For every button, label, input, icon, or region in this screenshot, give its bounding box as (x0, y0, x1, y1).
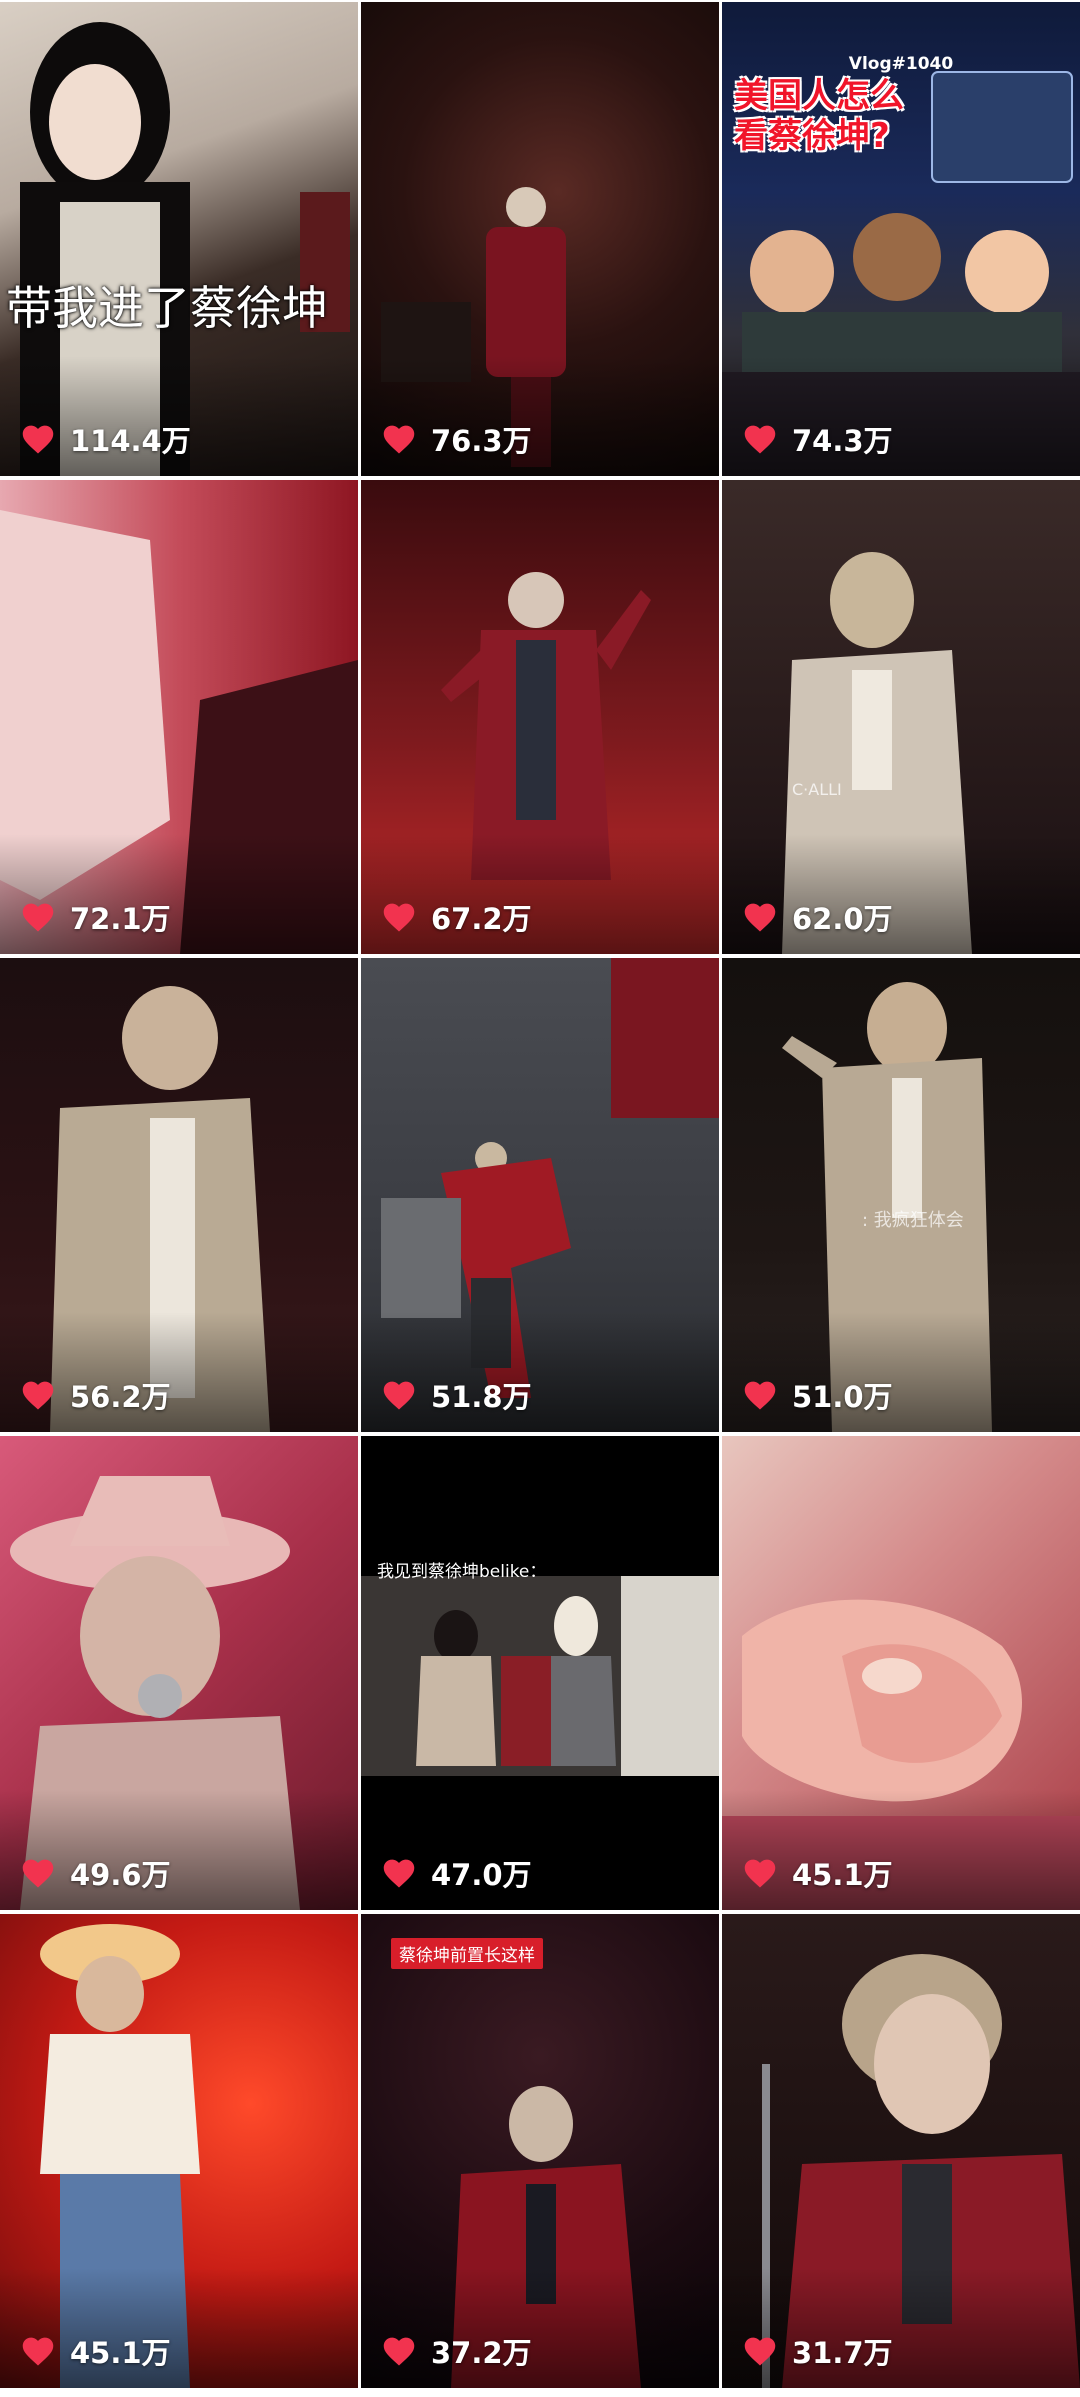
like-count: 62.0万 (742, 896, 893, 938)
heart-icon (744, 425, 776, 454)
video-thumbnail[interactable]: 56.2万 (0, 958, 358, 1432)
like-count: 31.7万 (742, 2330, 893, 2372)
video-thumbnail[interactable]: Vlog#1040 美国人怎么看蔡徐坤? 74.3万 (722, 2, 1080, 476)
heart-icon (383, 425, 415, 454)
like-count-text: 31.7万 (792, 2336, 893, 2370)
video-caption: 我见到蔡徐坤belike： (377, 1562, 547, 1582)
heart-icon (22, 1859, 54, 1888)
heart-icon (744, 1381, 776, 1410)
like-count-text: 56.2万 (70, 1380, 171, 1414)
like-count: 72.1万 (20, 896, 171, 938)
like-count-text: 114.4万 (70, 424, 191, 458)
video-grid: 带我进了蔡徐坤 114.4万 76.3万 Vlog#1040 美国人怎么看蔡徐坤… (0, 0, 1080, 2397)
like-count: 51.8万 (381, 1374, 532, 1416)
video-thumbnail[interactable]: C·ALLI 62.0万 (722, 480, 1080, 954)
like-count-text: 37.2万 (431, 2336, 532, 2370)
video-thumbnail[interactable]: : 我疯狂体会 51.0万 (722, 958, 1080, 1432)
video-thumbnail[interactable]: 我见到蔡徐坤belike： 47.0万 (361, 1436, 719, 1910)
like-count: 114.4万 (20, 418, 191, 460)
like-count-text: 72.1万 (70, 902, 171, 936)
video-title: 美国人怎么看蔡徐坤? (734, 76, 904, 156)
video-thumbnail[interactable]: 49.6万 (0, 1436, 358, 1910)
like-count: 37.2万 (381, 2330, 532, 2372)
watermark: C·ALLI (792, 780, 842, 799)
video-thumbnail[interactable]: 蔡徐坤前置长这样 37.2万 (361, 1914, 719, 2388)
like-count: 76.3万 (381, 418, 532, 460)
like-count: 67.2万 (381, 896, 532, 938)
like-count: 51.0万 (742, 1374, 893, 1416)
heart-icon (383, 903, 415, 932)
video-caption: 带我进了蔡徐坤 (6, 281, 328, 335)
heart-icon (22, 425, 54, 454)
video-thumbnail[interactable]: 31.7万 (722, 1914, 1080, 2388)
heart-icon (744, 1859, 776, 1888)
video-thumbnail[interactable]: 72.1万 (0, 480, 358, 954)
heart-icon (744, 2337, 776, 2366)
heart-icon (383, 2337, 415, 2366)
video-thumbnail[interactable]: 67.2万 (361, 480, 719, 954)
like-count-text: 47.0万 (431, 1858, 532, 1892)
heart-icon (22, 2337, 54, 2366)
video-thumbnail[interactable]: 76.3万 (361, 2, 719, 476)
like-count-text: 45.1万 (70, 2336, 171, 2370)
like-count-text: 67.2万 (431, 902, 532, 936)
like-count: 45.1万 (20, 2330, 171, 2372)
like-count-text: 51.0万 (792, 1380, 893, 1414)
heart-icon (22, 903, 54, 932)
video-thumbnail[interactable]: 45.1万 (722, 1436, 1080, 1910)
video-thumbnail[interactable]: 51.8万 (361, 958, 719, 1432)
video-tag: 蔡徐坤前置长这样 (391, 1938, 543, 1969)
video-thumbnail[interactable]: 45.1万 (0, 1914, 358, 2388)
like-count-text: 76.3万 (431, 424, 532, 458)
heart-icon (383, 1381, 415, 1410)
like-count-text: 51.8万 (431, 1380, 532, 1414)
vlog-tag: Vlog#1040 (848, 54, 954, 74)
like-count-text: 49.6万 (70, 1858, 171, 1892)
like-count: 74.3万 (742, 418, 893, 460)
like-count-text: 74.3万 (792, 424, 893, 458)
like-count: 45.1万 (742, 1852, 893, 1894)
heart-icon (22, 1381, 54, 1410)
video-thumbnail[interactable]: 带我进了蔡徐坤 114.4万 (0, 2, 358, 476)
like-count: 49.6万 (20, 1852, 171, 1894)
heart-icon (383, 1859, 415, 1888)
like-count-text: 62.0万 (792, 902, 893, 936)
like-count: 56.2万 (20, 1374, 171, 1416)
like-count-text: 45.1万 (792, 1858, 893, 1892)
video-subtitle: : 我疯狂体会 (862, 1210, 964, 1231)
like-count: 47.0万 (381, 1852, 532, 1894)
heart-icon (744, 903, 776, 932)
